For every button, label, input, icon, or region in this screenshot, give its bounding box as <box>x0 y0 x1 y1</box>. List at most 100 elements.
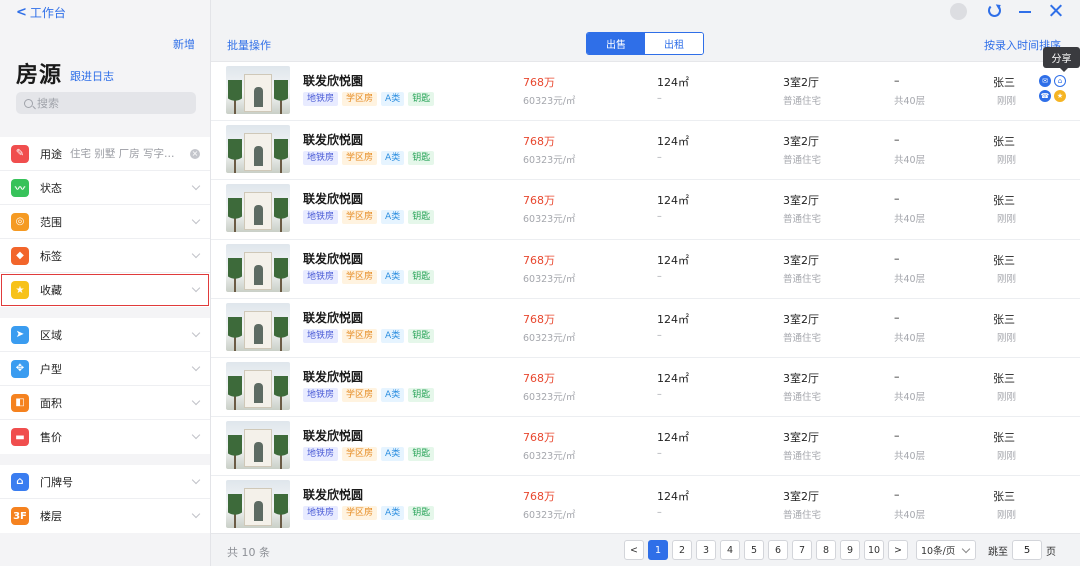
listing-layout: 3室2厅 <box>783 76 819 89</box>
star-icon: ★ <box>11 281 29 299</box>
listing-area-note: – <box>657 270 662 282</box>
listing-total-floors: 共40层 <box>894 332 926 344</box>
status-badge: A类 <box>381 447 405 462</box>
palm-tree-graphic <box>228 316 242 351</box>
listing-floor: – <box>894 429 900 443</box>
tab-sale[interactable]: 出售 <box>587 33 645 54</box>
building-graphic <box>244 251 272 290</box>
chevron-down-icon <box>191 362 201 372</box>
tab-rent[interactable]: 出租 <box>645 33 703 54</box>
chevron-down-icon <box>191 215 201 225</box>
listing-floor: – <box>894 74 900 87</box>
listing-price: 768万 <box>523 431 555 445</box>
table-row[interactable]: 联发欣悦圆 768万 60323元/㎡ 124㎡ – 3室2厅 普通住宅 – 共40层 张三 刚刚 地… <box>211 240 1080 299</box>
refresh-icon[interactable] <box>988 4 1001 17</box>
page-button-10[interactable]: 10 <box>864 540 884 560</box>
page-button-2[interactable]: 2 <box>672 540 692 560</box>
table-row[interactable]: 联发欣悦園 768万 60323元/㎡ 124㎡ – 3室2厅 普通住宅 – 共40层 张三 刚刚 地… <box>211 62 1080 122</box>
filter-item-favorite[interactable]: ★ 收藏 <box>0 273 210 307</box>
filter-item-label: 户型 <box>40 362 62 376</box>
message-action-icon[interactable]: ✉ <box>1039 75 1051 87</box>
phone-action-icon[interactable]: ☎ <box>1039 90 1051 102</box>
lock-action-icon[interactable]: ⌂ <box>1054 75 1066 87</box>
jump-page-input[interactable]: 5 <box>1012 540 1042 560</box>
favorite-action-icon[interactable]: ★ <box>1054 90 1066 102</box>
batch-operation-button[interactable]: 批量操作 <box>227 37 271 53</box>
clear-icon[interactable]: × <box>190 149 200 159</box>
page-button-4[interactable]: 4 <box>720 540 740 560</box>
filter-item-label: 收藏 <box>40 284 62 297</box>
close-icon[interactable] <box>1049 3 1063 17</box>
tag-icon: ◆ <box>11 246 29 265</box>
listing-layout: 3室2厅 <box>783 253 819 267</box>
table-row[interactable]: 联发欣悦圆 768万 60323元/㎡ 124㎡ – 3室2厅 普通住宅 – 共40层 张三 刚刚 地… <box>211 299 1080 358</box>
listing-unit-price: 60323元/㎡ <box>523 96 576 107</box>
listing-tags: 地铁房 学区房 A类 钥匙 <box>303 210 435 225</box>
filter-item-tags[interactable]: ◆ 标签 <box>0 239 210 273</box>
status-badge: 地铁房 <box>303 269 339 284</box>
listing-area: 124㎡ <box>657 490 689 504</box>
follow-log-link[interactable]: 跟进日志 <box>70 68 114 84</box>
palm-tree-graphic <box>274 435 288 470</box>
page-button-7[interactable]: 7 <box>792 540 812 560</box>
page-size-select[interactable]: 10条/页 <box>916 540 976 560</box>
prev-page-button[interactable]: < <box>624 540 644 560</box>
page-button-5[interactable]: 5 <box>744 540 764 560</box>
filter-item-range[interactable]: ◎ 范围 <box>0 205 210 239</box>
building-graphic <box>244 488 272 527</box>
pagination-bar: 共 10 条 <1 2 3 4 5 6 7 8 9 10 >10条/页 跳至 5 页 <box>211 533 1080 566</box>
building-graphic <box>244 192 272 231</box>
back-button[interactable]: < 工作台 <box>16 4 66 21</box>
listing-area: 124㎡ <box>657 253 689 267</box>
table-row[interactable]: 联发欣悦圆 768万 60323元/㎡ 124㎡ – 3室2厅 普通住宅 – 共40层 张三 刚刚 地… <box>211 358 1080 418</box>
listing-unit-price: 60323元/㎡ <box>523 155 576 167</box>
listing-name: 联发欣悦圆 <box>303 251 364 266</box>
listing-area: 124㎡ <box>657 312 689 326</box>
next-page-button[interactable]: > <box>888 540 908 560</box>
chevron-down-icon <box>191 249 201 259</box>
building-graphic <box>244 133 272 172</box>
table-row[interactable]: 联发欣悦圆 768万 60323元/㎡ 124㎡ – 3室2厅 普通住宅 – 共40层 张三 刚刚 地… <box>211 476 1080 536</box>
page-button-9[interactable]: 9 <box>840 540 860 560</box>
status-badge: 钥匙 <box>408 210 435 225</box>
listing-tags: 地铁房 学区房 A类 钥匙 <box>303 328 435 343</box>
filter-item-door-number[interactable]: ⌂ 门牌号 <box>0 465 210 499</box>
search-input[interactable]: 搜索 <box>16 92 196 114</box>
listing-area-note: – <box>657 152 662 164</box>
page-button-1[interactable]: 1 <box>648 540 668 560</box>
home-icon: ⌂ <box>11 472 29 491</box>
filter-item-price[interactable]: ▬ 售价 <box>0 420 210 454</box>
listing-floor: – <box>894 369 900 383</box>
status-badge: 学区房 <box>342 447 378 462</box>
minimize-icon[interactable] <box>1019 11 1031 13</box>
pager: <1 2 3 4 5 6 7 8 9 10 >10条/页 跳至 5 页 <box>624 540 1056 560</box>
listing-total-floors: 共40层 <box>894 510 926 522</box>
chevron-down-icon <box>191 430 201 440</box>
layout-icon: ✥ <box>11 359 29 378</box>
filter-item-area[interactable]: ◧ 面积 <box>0 386 210 420</box>
filter-item-district[interactable]: ➤ 区域 <box>0 318 210 352</box>
filter-item-usage[interactable]: ✎ 用途 住宅 别墅 厂房 写字… × <box>0 137 210 171</box>
page-button-6[interactable]: 6 <box>768 540 788 560</box>
filter-item-status[interactable]: 〰状态 <box>0 171 210 205</box>
filter-item-room-type[interactable]: ✥ 户型 <box>0 352 210 386</box>
listing-total-floors: 共40层 <box>894 214 926 226</box>
table-row[interactable]: 联发欣悦圆 768万 60323元/㎡ 124㎡ – 3室2厅 普通住宅 – 共40层 张三 刚刚 地… <box>211 121 1080 181</box>
listing-total-floors: 共40层 <box>894 391 926 403</box>
new-listing-button[interactable]: 新增 <box>173 36 195 52</box>
listing-tags: 地铁房 学区房 A类 钥匙 <box>303 506 435 521</box>
filter-item-floor[interactable]: 3F 楼层 <box>0 499 210 533</box>
listing-floor: – <box>894 251 900 265</box>
building-graphic <box>244 369 272 408</box>
page-button-8[interactable]: 8 <box>816 540 836 560</box>
table-row[interactable]: 联发欣悦圆 768万 60323元/㎡ 124㎡ – 3室2厅 普通住宅 – 共40层 张三 刚刚 地… <box>211 180 1080 240</box>
table-row[interactable]: 联发欣悦圆 768万 60323元/㎡ 124㎡ – 3室2厅 普通住宅 – 共40层 张三 刚刚 地… <box>211 417 1080 477</box>
listing-tags: 地铁房 学区房 A类 钥匙 <box>303 151 435 166</box>
status-badge: 钥匙 <box>408 447 435 462</box>
trend-icon: 〰 <box>11 178 29 197</box>
page-button-3[interactable]: 3 <box>696 540 716 560</box>
status-badge: A类 <box>381 328 405 343</box>
listing-tags: 地铁房 学区房 A类 钥匙 <box>303 92 435 106</box>
listing-updated-time: 刚刚 <box>997 391 1017 403</box>
listing-price: 768万 <box>523 253 555 267</box>
